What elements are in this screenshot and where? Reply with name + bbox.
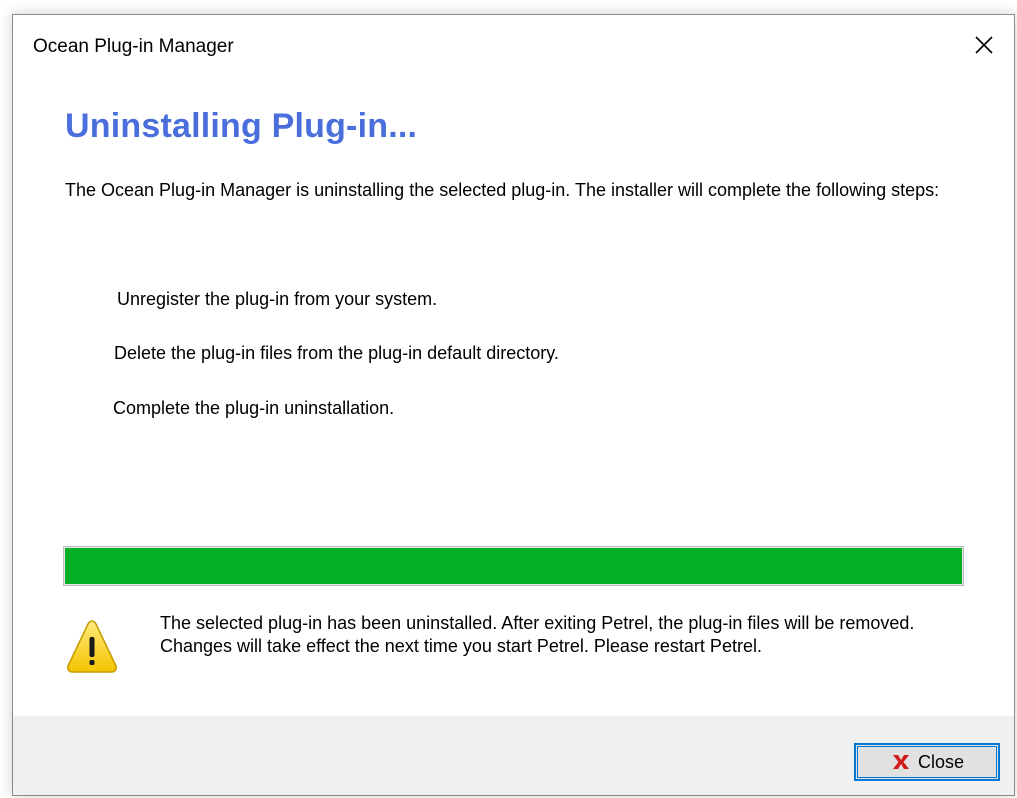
window-title: Ocean Plug-in Manager	[33, 36, 234, 57]
close-button-label: Close	[917, 751, 965, 772]
dialog-window: Ocean Plug-in Manager Uninstalling Plug-…	[12, 14, 1015, 796]
step-item: Delete the plug-in files from the plug-i…	[114, 343, 559, 363]
step-item: Unregister the plug-in from your system.	[117, 289, 438, 309]
progress-bar-fill	[65, 548, 962, 584]
step-item: Complete the plug-in uninstallation.	[113, 398, 395, 418]
warning-icon	[67, 620, 117, 673]
close-window-icon[interactable]	[966, 27, 1002, 63]
red-x-icon	[892, 755, 909, 769]
dialog-footer: Close	[13, 716, 1014, 795]
warning-message: The selected plug-in has been uninstalle…	[160, 613, 915, 656]
progress-bar	[63, 546, 964, 586]
page-heading: Uninstalling Plug-in...	[65, 107, 418, 145]
title-bar: Ocean Plug-in Manager	[13, 15, 1014, 77]
description-text: The Ocean Plug-in Manager is uninstallin…	[65, 180, 940, 200]
close-button[interactable]: Close	[854, 743, 1000, 781]
